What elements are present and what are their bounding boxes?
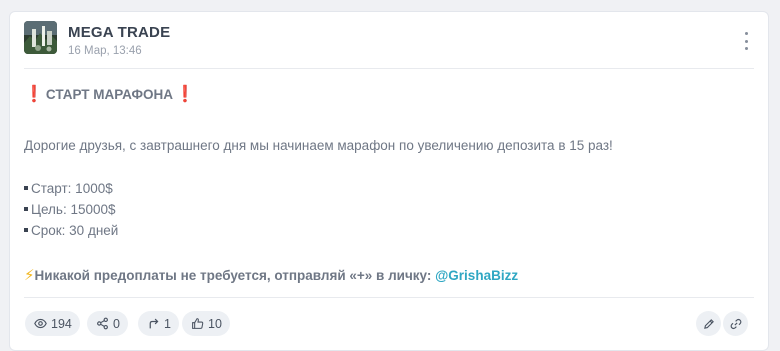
forwards-counter[interactable]: 1 [138,311,179,336]
post-title: СТАРТ МАРАФОНА [45,87,174,102]
channel-avatar[interactable] [24,21,57,54]
promo-line: ⚡Никакой предоплаты не требуется, отправ… [24,266,518,284]
list-item-text: Цель: 15000$ [31,202,116,217]
footer-divider [24,297,754,298]
more-vertical-icon[interactable] [738,32,754,50]
edit-pencil-icon [703,318,714,329]
share-icon [97,317,108,330]
bullet-icon [24,186,28,191]
list-item: Срок: 30 дней [24,223,118,238]
forward-icon [149,318,159,329]
channel-name[interactable]: MEGA TRADE [68,24,170,41]
edit-button[interactable] [696,311,721,336]
bullet-icon [24,228,28,233]
copy-link-button[interactable] [723,311,748,336]
list-item: Старт: 1000$ [24,181,113,196]
forwards-count: 1 [164,316,171,331]
shares-counter[interactable]: 0 [87,311,128,336]
reactions-counter[interactable]: 10 [182,311,230,336]
thumbs-up-icon [192,318,204,329]
exclamation-icon: ❗ [24,86,44,103]
reactions-count: 10 [208,316,222,331]
post-date: 16 Мар, 13:46 [68,45,142,57]
eye-icon [34,318,47,329]
shares-count: 0 [113,316,120,331]
views-count: 194 [51,316,72,331]
post-intro: Дорогие друзья, с завтрашнего дня мы нач… [24,138,613,153]
lightning-icon: ⚡ [24,267,35,284]
views-counter[interactable]: 194 [25,311,80,336]
list-item-text: Срок: 30 дней [31,223,119,238]
exclamation-icon: ❗ [175,86,195,103]
post-card: MEGA TRADE 16 Мар, 13:46 ❗ СТАРТ МАРАФОНА… [9,11,769,351]
promo-text: Никакой предоплаты не требуется, отправл… [34,268,436,283]
link-icon [730,318,741,329]
list-item-text: Старт: 1000$ [31,181,113,196]
post-title-line: ❗ СТАРТ МАРАФОНА ❗ [24,84,195,104]
promo-link[interactable]: @GrishaBizz [435,268,518,283]
list-item: Цель: 15000$ [24,202,116,217]
header-divider [24,68,754,69]
bullet-icon [24,207,28,212]
